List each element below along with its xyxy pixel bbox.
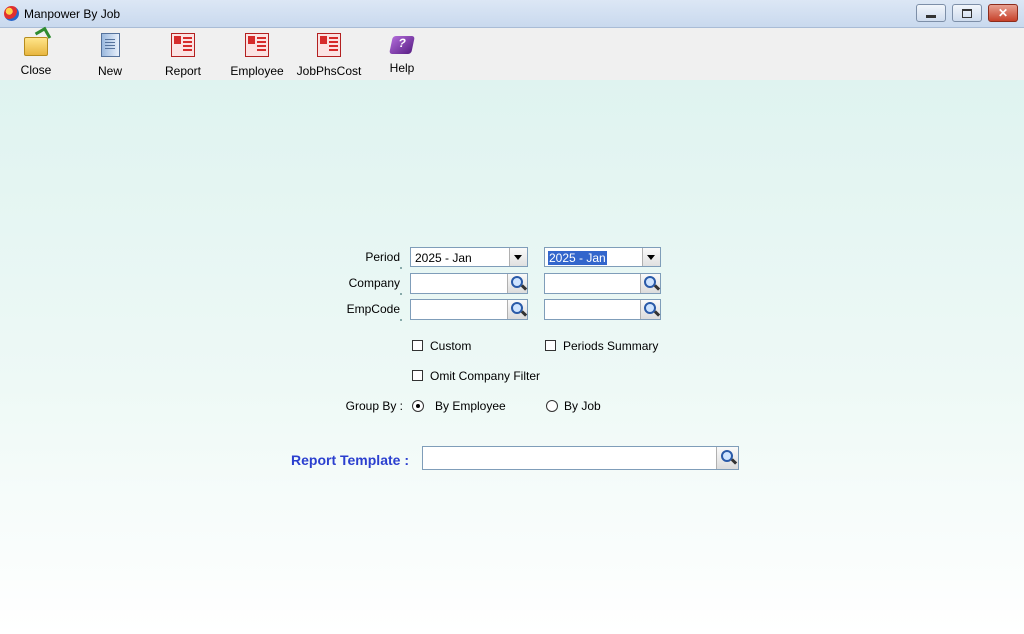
period-to-select[interactable]: 2025 - Jan bbox=[544, 247, 661, 267]
window-title: Manpower By Job bbox=[24, 7, 121, 21]
close-icon: ✕ bbox=[997, 6, 1009, 20]
period-label: Period bbox=[365, 250, 400, 264]
open-folder-icon bbox=[24, 37, 48, 56]
by-job-label: By Job bbox=[564, 399, 601, 413]
chevron-down-icon[interactable] bbox=[509, 248, 527, 266]
custom-checkbox-label: Custom bbox=[430, 339, 472, 353]
jobphscost-button-label: JobPhsCost bbox=[296, 64, 362, 78]
app-icon bbox=[4, 6, 19, 21]
help-book-icon bbox=[389, 36, 415, 54]
periods-summary-checkbox[interactable] bbox=[545, 340, 556, 351]
report-template-input[interactable] bbox=[422, 446, 739, 470]
jobphscost-button[interactable]: JobPhsCost bbox=[294, 31, 364, 79]
help-button-label: Help bbox=[389, 61, 415, 75]
period-to-value: 2025 - Jan bbox=[548, 251, 607, 265]
report-icon bbox=[245, 33, 269, 57]
company-from-lookup-button[interactable] bbox=[507, 274, 527, 293]
period-from-select[interactable]: 2025 - Jan bbox=[410, 247, 528, 267]
report-template-lookup-button[interactable] bbox=[716, 447, 738, 469]
by-employee-label: By Employee bbox=[435, 399, 506, 413]
empcode-to-lookup-button[interactable] bbox=[640, 300, 660, 319]
empcode-from-input[interactable] bbox=[410, 299, 528, 320]
empcode-label: EmpCode bbox=[346, 302, 400, 316]
search-icon bbox=[644, 302, 656, 314]
maximize-icon bbox=[962, 8, 972, 18]
period-from-value: 2025 - Jan bbox=[415, 251, 472, 265]
search-icon bbox=[511, 276, 523, 288]
search-icon bbox=[721, 450, 733, 462]
periods-summary-label: Periods Summary bbox=[563, 339, 659, 353]
company-to-input[interactable] bbox=[544, 273, 661, 294]
field-marker bbox=[400, 267, 402, 269]
document-icon bbox=[100, 33, 120, 57]
report-template-label: Report Template : bbox=[291, 452, 409, 468]
company-label: Company bbox=[348, 276, 400, 290]
chevron-down-icon[interactable] bbox=[642, 248, 660, 266]
close-window-button[interactable]: ✕ bbox=[988, 4, 1018, 22]
omit-company-filter-label: Omit Company Filter bbox=[430, 369, 541, 383]
by-employee-radio[interactable] bbox=[412, 400, 424, 412]
empcode-to-input[interactable] bbox=[544, 299, 661, 320]
search-icon bbox=[511, 302, 523, 314]
main-panel: Period 2025 - Jan 2025 - Jan Company Emp… bbox=[0, 80, 1024, 634]
report-icon bbox=[171, 33, 195, 57]
toolbar: Close New Report Employee JobPhsCost Hel… bbox=[0, 28, 1024, 80]
minimize-icon bbox=[926, 14, 936, 18]
omit-company-filter-checkbox[interactable] bbox=[412, 370, 423, 381]
report-icon bbox=[317, 33, 341, 57]
group-by-label: Group By : bbox=[345, 399, 403, 413]
field-marker bbox=[400, 319, 402, 321]
company-to-lookup-button[interactable] bbox=[640, 274, 660, 293]
minimize-button[interactable] bbox=[916, 4, 946, 22]
field-marker bbox=[400, 293, 402, 295]
by-job-radio[interactable] bbox=[546, 400, 558, 412]
close-button[interactable]: Close bbox=[14, 31, 58, 79]
report-button-label: Report bbox=[164, 64, 202, 78]
help-button[interactable]: Help bbox=[384, 31, 420, 79]
employee-button[interactable]: Employee bbox=[226, 31, 288, 79]
report-button[interactable]: Report bbox=[160, 31, 206, 79]
empcode-from-lookup-button[interactable] bbox=[507, 300, 527, 319]
search-icon bbox=[644, 276, 656, 288]
maximize-button[interactable] bbox=[952, 4, 982, 22]
custom-checkbox[interactable] bbox=[412, 340, 423, 351]
company-from-input[interactable] bbox=[410, 273, 528, 294]
title-bar: Manpower By Job ✕ bbox=[0, 0, 1024, 28]
new-button-label: New bbox=[97, 64, 122, 78]
employee-button-label: Employee bbox=[230, 64, 284, 78]
new-button[interactable]: New bbox=[90, 31, 130, 79]
close-button-label: Close bbox=[20, 63, 52, 77]
